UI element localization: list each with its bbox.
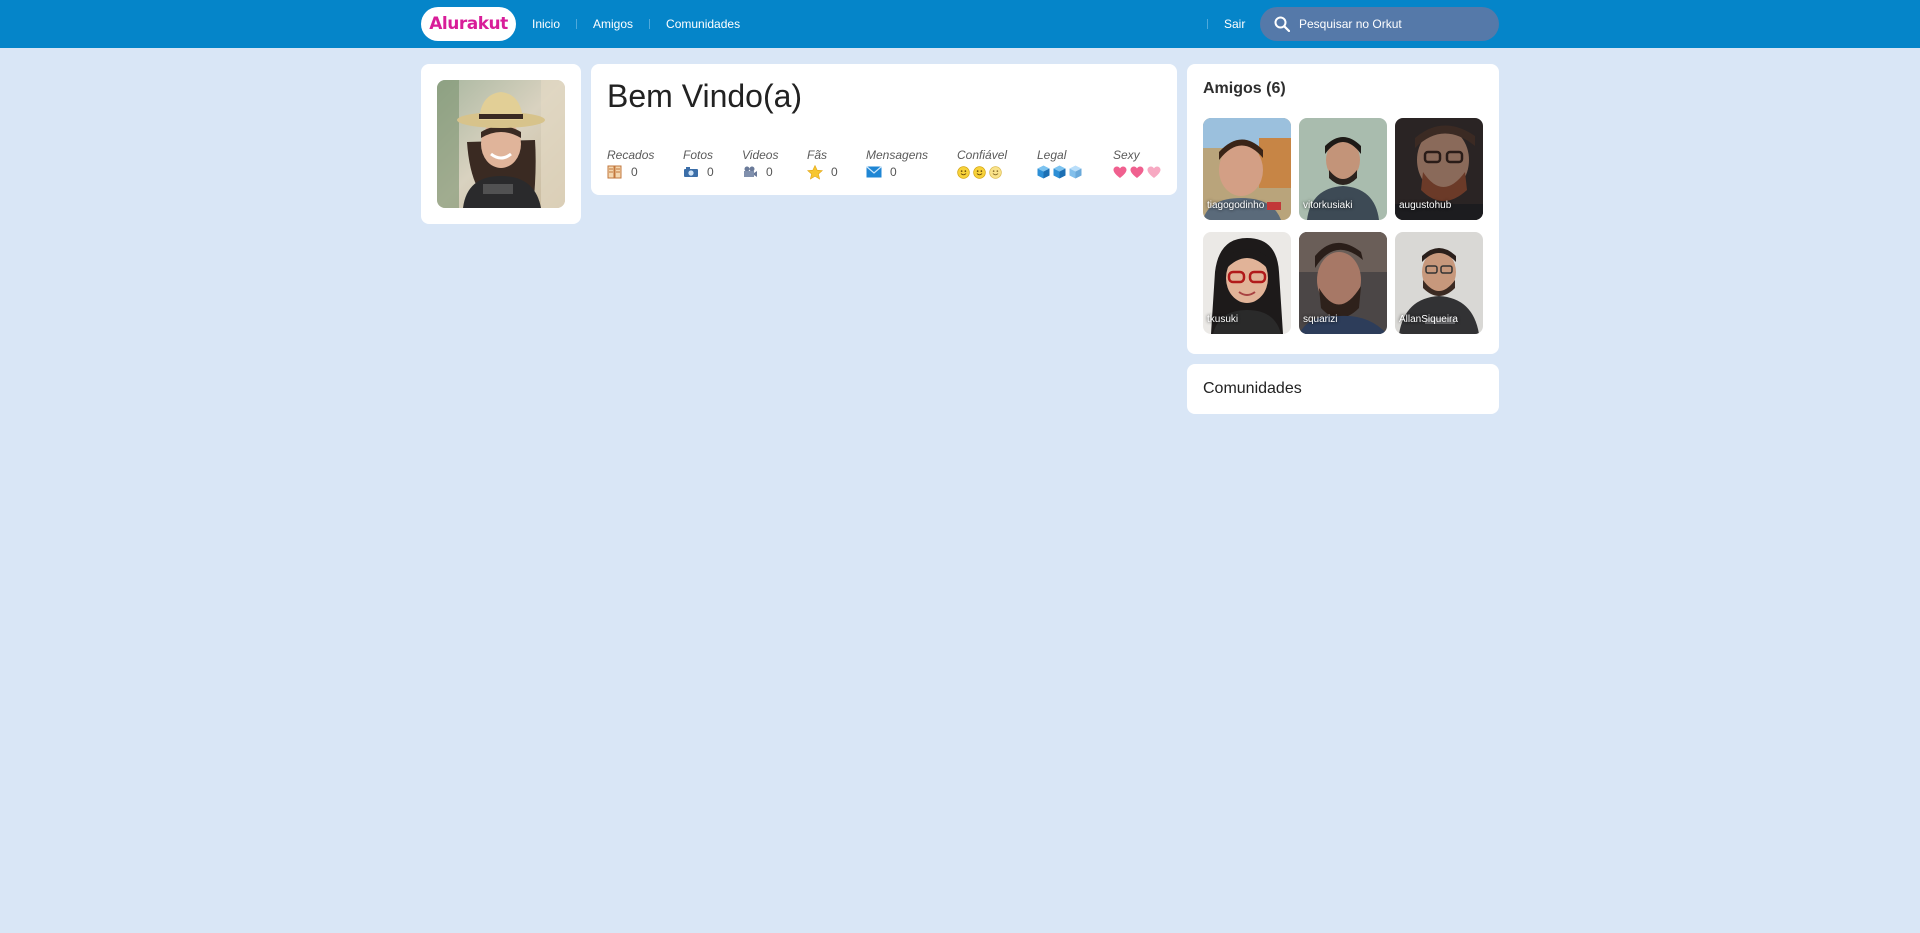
ice-cube-icon xyxy=(1069,165,1082,179)
top-bar-content: Alurakut Inicio Amigos Comunidades Sair xyxy=(421,0,1499,48)
stat-label: Fotos xyxy=(683,148,714,162)
friend-card[interactable]: tiagogodinho xyxy=(1203,118,1291,220)
smiley-icon xyxy=(989,165,1002,179)
profile-stats: Recados 0 Fotos 0 Videos 0 Fãs 0 Mensage… xyxy=(607,148,1161,182)
sexy-rating xyxy=(1113,163,1161,181)
profile-sidebar xyxy=(421,64,581,224)
nav-link-comunidades[interactable]: Comunidades xyxy=(666,17,740,31)
top-bar: Alurakut Inicio Amigos Comunidades Sair xyxy=(0,0,1920,48)
friend-name: vitorkusiaki xyxy=(1303,200,1353,211)
stat-label: Sexy xyxy=(1113,148,1140,162)
stat-videos[interactable]: Videos 0 xyxy=(742,148,778,182)
friend-name: squarizi xyxy=(1303,314,1338,325)
friend-card[interactable]: tkusuki xyxy=(1203,232,1291,334)
ice-cube-icon xyxy=(1037,165,1050,179)
logo-text: Alurakut xyxy=(429,14,508,34)
nav-divider xyxy=(649,19,651,29)
heart-icon xyxy=(1113,166,1127,178)
friend-name: augustohub xyxy=(1399,200,1452,211)
smiley-icon xyxy=(957,165,970,179)
stat-value: 0 xyxy=(890,165,897,179)
search-bar[interactable] xyxy=(1260,7,1499,41)
stat-value: 0 xyxy=(631,165,638,179)
friend-card[interactable]: vitorkusiaki xyxy=(1299,118,1387,220)
logout-area: Sair xyxy=(1207,0,1245,48)
logo[interactable]: Alurakut xyxy=(421,7,516,41)
stat-label: Fãs xyxy=(807,148,828,162)
ice-cube-icon xyxy=(1053,165,1066,179)
stat-value: 0 xyxy=(831,165,838,179)
stat-label: Recados xyxy=(607,148,655,162)
friend-card[interactable]: squarizi xyxy=(1299,232,1387,334)
camera-icon xyxy=(684,167,698,177)
friend-card[interactable]: AllanSiqueira xyxy=(1395,232,1483,334)
stat-mensagens[interactable]: Mensagens 0 xyxy=(866,148,928,182)
search-icon xyxy=(1274,16,1290,32)
nav-divider xyxy=(576,19,578,29)
stat-sexy[interactable]: Sexy xyxy=(1113,148,1161,182)
communities-panel: Comunidades xyxy=(1187,364,1499,414)
heart-icon xyxy=(1147,166,1161,178)
nav-link-inicio[interactable]: Inicio xyxy=(532,17,560,31)
stat-fotos[interactable]: Fotos 0 xyxy=(683,148,714,182)
star-icon xyxy=(807,164,823,180)
heart-icon xyxy=(1130,166,1144,178)
friend-name: tiagogodinho xyxy=(1207,200,1265,211)
logout-link[interactable]: Sair xyxy=(1224,17,1245,31)
stat-fas[interactable]: Fãs 0 xyxy=(807,148,838,182)
main-nav: Inicio Amigos Comunidades xyxy=(532,0,740,48)
nav-divider xyxy=(1207,19,1208,29)
envelope-icon xyxy=(866,166,882,178)
profile-avatar[interactable] xyxy=(437,80,565,208)
friends-title: Amigos (6) xyxy=(1203,80,1286,97)
friend-card[interactable]: augustohub xyxy=(1395,118,1483,220)
scrapbook-icon xyxy=(607,165,622,179)
friend-name: tkusuki xyxy=(1207,314,1239,325)
stat-value: 0 xyxy=(707,165,714,179)
stat-label: Mensagens xyxy=(866,148,929,162)
smiley-icon xyxy=(973,165,986,179)
stat-label: Legal xyxy=(1037,148,1067,162)
friend-name: AllanSiqueira xyxy=(1399,314,1458,325)
stat-confiavel[interactable]: Confiável xyxy=(957,148,1007,182)
stat-legal[interactable]: Legal xyxy=(1037,148,1082,182)
stat-label: Confiável xyxy=(957,148,1008,162)
welcome-panel: Bem Vindo(a) Recados 0 Fotos 0 Videos 0 … xyxy=(591,64,1177,195)
friends-panel: Amigos (6) tiagogodinho vitorkusiaki aug… xyxy=(1187,64,1499,354)
stat-value: 0 xyxy=(766,165,773,179)
search-input[interactable] xyxy=(1299,14,1489,34)
video-camera-icon xyxy=(744,166,757,177)
legal-rating xyxy=(1037,163,1082,181)
confiavel-rating xyxy=(957,163,1007,181)
stat-recados[interactable]: Recados 0 xyxy=(607,148,654,182)
communities-title: Comunidades xyxy=(1203,380,1302,397)
nav-link-amigos[interactable]: Amigos xyxy=(593,17,633,31)
stat-label: Videos xyxy=(742,148,779,162)
page-title: Bem Vindo(a) xyxy=(607,78,803,114)
